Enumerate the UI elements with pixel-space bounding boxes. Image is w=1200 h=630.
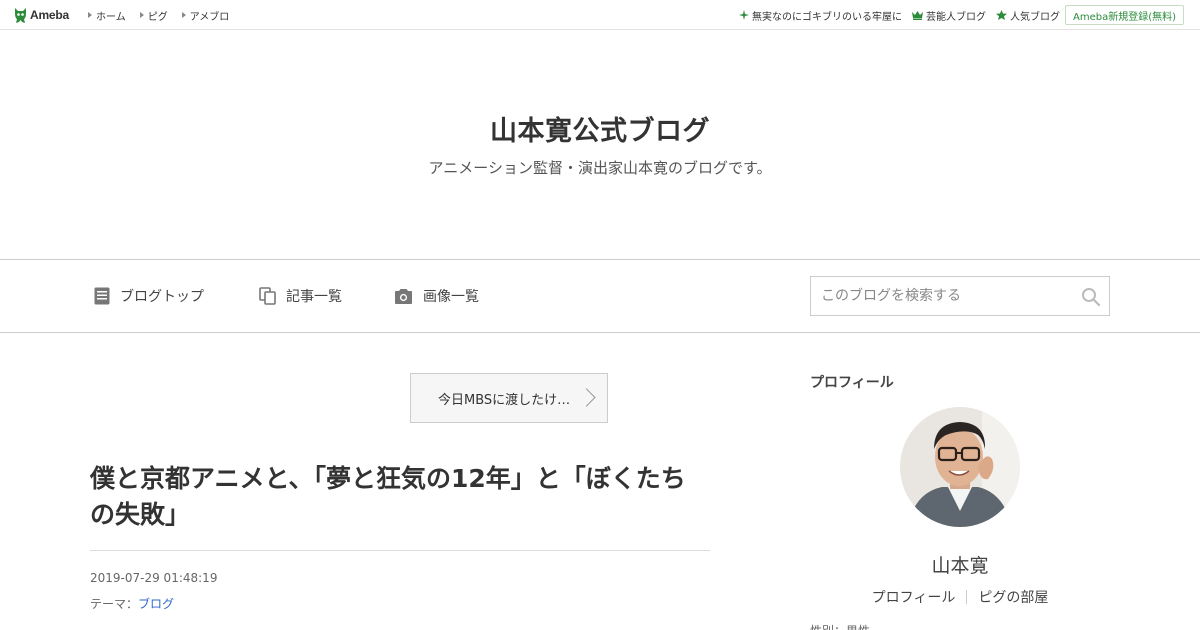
- blog-title[interactable]: 山本寛公式ブログ: [0, 109, 1200, 148]
- profile-photo: [900, 407, 1020, 527]
- blog-description: アニメーション監督・演出家山本寛のブログです。: [428, 159, 772, 177]
- global-nav: ホーム ピグ アメブロ: [88, 0, 243, 30]
- divider: [90, 550, 710, 551]
- theme-label: テーマ：: [90, 597, 139, 611]
- profile-extra: 性別：男性: [810, 622, 870, 630]
- blog-menu-bar: ブログトップ 記事一覧 画像一覧: [0, 259, 1200, 333]
- header-link-label: 無実なのにゴキブリのいる牢屋に: [752, 11, 902, 23]
- sparkle-icon: [739, 10, 749, 20]
- header-link-promo[interactable]: 無実なのにゴキブリのいる牢屋に: [739, 8, 902, 23]
- nav-item-ameblo[interactable]: アメブロ: [181, 8, 230, 23]
- copy-icon: [259, 287, 276, 305]
- header-link-celebrity-blog[interactable]: 芸能人ブログ: [912, 8, 986, 23]
- profile-name[interactable]: 山本寛: [810, 551, 1110, 578]
- nav-item-label: ホーム: [96, 11, 126, 23]
- profile-heading: プロフィール: [810, 375, 894, 391]
- nav-item-label: ピグ: [147, 11, 168, 23]
- global-header: Ameba ホーム ピグ アメブロ 無実なのにゴキブリのいる牢屋に 芸能人ブログ…: [0, 0, 1200, 30]
- menu-item-label: 記事一覧: [286, 289, 342, 305]
- triangle-right-icon: [181, 12, 186, 18]
- camera-icon: [395, 288, 412, 304]
- header-links: 無実なのにゴキブリのいる牢屋に 芸能人ブログ 人気ブログ: [729, 0, 1060, 30]
- article-date: 2019-07-29 01:48:19: [90, 571, 218, 585]
- article-theme: テーマ：ブログ: [90, 595, 174, 612]
- menu-item-label: ブログトップ: [120, 289, 204, 305]
- menu-item-article-list[interactable]: 記事一覧: [259, 285, 342, 307]
- nav-item-label: アメブロ: [189, 11, 230, 23]
- separator: [966, 590, 968, 604]
- document-icon: [94, 287, 110, 305]
- blog-search: [810, 276, 1110, 316]
- next-entry-link[interactable]: 今日MBSに渡したけ…: [410, 373, 608, 423]
- menu-item-blog-top[interactable]: ブログトップ: [94, 285, 204, 307]
- pigg-room-link[interactable]: ピグの部屋: [978, 587, 1048, 607]
- register-button[interactable]: Ameba新規登録(無料): [1064, 5, 1184, 25]
- header-link-label: 芸能人ブログ: [926, 11, 986, 23]
- avatar[interactable]: [900, 407, 1020, 527]
- ameba-mascot-icon: [15, 8, 26, 23]
- article-title[interactable]: 僕と京都アニメと、「夢と狂気の12年」と「ぼくたちの失敗」: [90, 461, 710, 533]
- star-icon: [996, 10, 1007, 20]
- nav-item-home[interactable]: ホーム: [88, 8, 126, 23]
- chevron-right-icon: [577, 388, 596, 407]
- profile-links: プロフィール ピグの部屋: [810, 587, 1110, 607]
- next-entry-label: 今日MBSに渡したけ…: [438, 392, 571, 408]
- menu-item-image-list[interactable]: 画像一覧: [394, 285, 479, 307]
- theme-link[interactable]: ブログ: [138, 597, 174, 611]
- triangle-right-icon: [139, 12, 144, 18]
- header-link-label: 人気ブログ: [1010, 11, 1060, 23]
- menu-item-label: 画像一覧: [423, 289, 479, 305]
- crown-icon: [912, 11, 923, 20]
- triangle-right-icon: [88, 12, 92, 18]
- ameba-logo[interactable]: Ameba: [13, 6, 69, 24]
- ameba-logo-text: Ameba: [30, 8, 70, 22]
- nav-item-pigg[interactable]: ピグ: [139, 8, 168, 23]
- header-link-popular-blog[interactable]: 人気ブログ: [996, 8, 1060, 23]
- profile-link[interactable]: プロフィール: [872, 587, 956, 607]
- search-input[interactable]: [811, 277, 1077, 315]
- search-icon[interactable]: [1081, 287, 1101, 307]
